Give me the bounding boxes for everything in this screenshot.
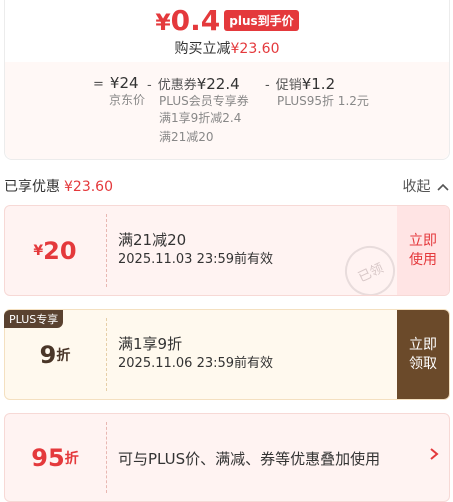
claimed-stamp: 已领 <box>336 237 404 295</box>
discount-card[interactable]: 95 折 可与PLUS价、满减、券等优惠叠加使用 <box>4 413 450 502</box>
chevron-up-icon <box>437 183 449 191</box>
breakdown-jd-price: = ¥24 京东价 <box>93 74 145 109</box>
enjoyed-amount: ¥23.60 <box>64 179 113 195</box>
coupon-card: 9折 满1享9折 2025.11.06 23:59前有效 立即领取 <box>4 309 450 400</box>
enjoyed-label: 已享优惠 <box>4 179 60 195</box>
final-price: ¥0.4 <box>155 4 220 37</box>
price-panel: ¥0.4 plus到手价 购买立减¥23.60 = ¥24 京东价 - 优惠券¥22.… <box>4 0 450 160</box>
coupon-value-suffix: 折 <box>56 347 71 364</box>
reduction-label: 购买立减 <box>174 41 231 57</box>
breakdown-amount: ¥1.2 <box>301 75 336 93</box>
price-breakdown: = ¥24 京东价 - 优惠券¥22.4 PLUS会员专享券 满1享9折减2.4 满… <box>5 62 449 159</box>
button-line: 使用 <box>409 251 437 268</box>
coupon-value-number: 9 <box>39 340 57 369</box>
coupon-info: 满21减20 2025.11.03 23:59前有效 <box>118 230 273 270</box>
button-line: 立即 <box>409 232 437 249</box>
breakdown-sub: PLUS95折 1.2元 <box>277 94 369 108</box>
button-line: 领取 <box>409 355 437 372</box>
use-now-button[interactable]: 立即 使用 <box>397 206 449 295</box>
discount-value: 95 折 <box>5 414 105 501</box>
discount-description: 可与PLUS价、满减、券等优惠叠加使用 <box>118 450 381 468</box>
breakdown-label: 京东价 <box>109 93 146 107</box>
button-line: 立即 <box>409 336 437 353</box>
breakdown-promotion: - 促销¥1.2 PLUS95折 1.2元 <box>265 74 369 110</box>
coupon-info: 满1享9折 2025.11.06 23:59前有效 <box>118 334 273 374</box>
breakdown-amount: ¥24 <box>109 74 139 92</box>
coupon-expiry: 2025.11.03 23:59前有效 <box>118 252 274 267</box>
collapse-label: 收起 <box>402 179 431 195</box>
discount-value-number: 95 <box>31 443 65 472</box>
coupon-divider <box>106 214 107 287</box>
breakdown-sub: 满1享9折减2.4 <box>159 111 242 125</box>
collapse-button[interactable]: 收起 <box>403 176 449 196</box>
operator-minus: - <box>265 78 270 93</box>
coupon-value-prefix: ¥ <box>33 242 44 259</box>
operator-equals: = <box>93 77 104 92</box>
currency-symbol: ¥ <box>155 11 171 36</box>
coupon-title: 满1享9折 <box>118 335 183 353</box>
plus-price-tag: plus到手价 <box>224 10 299 31</box>
coupon-expiry: 2025.11.06 23:59前有效 <box>118 356 274 371</box>
breakdown-sub: 满21减20 <box>159 130 214 144</box>
claim-now-button[interactable]: 立即 领取 <box>397 310 449 399</box>
operator-minus: - <box>147 78 152 93</box>
breakdown-coupon: - 优惠券¥22.4 PLUS会员专享券 满1享9折减2.4 满21减20 <box>147 74 249 146</box>
reduction-amount: ¥23.60 <box>230 41 280 57</box>
enjoyed-discount: 已享优惠 ¥23.60 <box>4 176 113 196</box>
breakdown-sub: PLUS会员专享券 <box>159 94 249 108</box>
coupon-detail-page: ¥0.4 plus到手价 购买立减¥23.60 = ¥24 京东价 - 优惠券¥22.… <box>0 0 453 502</box>
chevron-right-icon <box>430 448 439 460</box>
price-value: 0.4 <box>170 4 221 37</box>
coupon-title: 满21减20 <box>118 231 187 249</box>
discount-value-suffix: 折 <box>64 450 79 467</box>
breakdown-amount: ¥22.4 <box>196 75 240 93</box>
coupon-divider <box>106 422 107 493</box>
coupon-divider <box>106 318 107 391</box>
coupon-value: ¥20 <box>5 206 105 295</box>
final-price-row: ¥0.4 plus到手价 <box>5 4 449 37</box>
purchase-reduction: 购买立减¥23.60 <box>5 38 449 58</box>
coupon-value-number: 20 <box>43 236 77 265</box>
plus-exclusive-badge: PLUS专享 <box>4 310 64 328</box>
breakdown-label: 促销 <box>275 78 302 93</box>
coupon-card: ¥20 满21减20 2025.11.03 23:59前有效 已领 立即使用 <box>4 205 450 296</box>
breakdown-label: 优惠券 <box>157 78 197 93</box>
